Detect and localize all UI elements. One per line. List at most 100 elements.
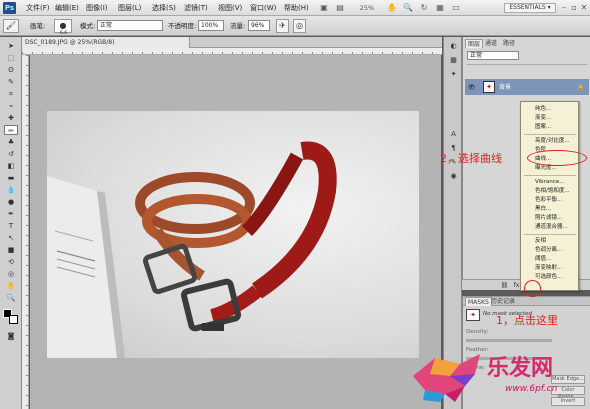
document-tab[interactable]: DSC_0189.JPG @ 25%(RGB/8)	[22, 37, 190, 48]
menu-item-gradient[interactable]: 渐变...	[535, 114, 551, 122]
color-panel-icon[interactable]: ◐	[447, 41, 460, 52]
clone-stamp-tool-icon[interactable]: ♣	[4, 137, 18, 147]
brush-tool-preset-icon[interactable]: 🖌	[3, 19, 19, 33]
hand-tool-icon[interactable]: ✋	[4, 281, 18, 291]
flow-input[interactable]: 96%	[248, 20, 270, 31]
shape-tool-icon[interactable]: ■	[4, 245, 18, 255]
menu-window[interactable]: 窗口(W)	[250, 2, 276, 14]
zoom-level[interactable]: 25%	[352, 2, 382, 14]
masks-tab-bar: MASKS 历史记录	[463, 297, 590, 306]
zoom-tool-icon[interactable]: 🔍	[4, 293, 18, 303]
density-label: Density:	[466, 329, 489, 335]
vertical-ruler[interactable]	[22, 55, 29, 409]
pen-tool-icon[interactable]: ✒	[4, 209, 18, 219]
menu-select[interactable]: 选择(S)	[152, 2, 176, 14]
pressure-icon[interactable]: ◎	[293, 19, 306, 33]
toolbox: ➤ ⬚ ʘ ✎ ⌗ ⌁ ✚ ✏ ♣ ↺ ◧ ▬ 💧 ● ✒ T ↖ ■ ⟲ ◎ …	[0, 37, 22, 409]
move-tool-icon[interactable]: ➤	[4, 41, 18, 51]
menu-item-hue-saturation[interactable]: 色相/饱和度...	[535, 187, 570, 195]
menu-item-brightness-contrast[interactable]: 亮度/对比度...	[535, 137, 570, 145]
background-color-swatch[interactable]	[9, 315, 18, 324]
opacity-label: 不透明度:	[168, 22, 197, 30]
gradient-tool-icon[interactable]: ▬	[4, 173, 18, 183]
3d-rotate-tool-icon[interactable]: ⟲	[4, 257, 18, 267]
flow-label: 流量:	[230, 22, 246, 30]
density-slider[interactable]	[466, 339, 552, 342]
history-brush-tool-icon[interactable]: ↺	[4, 149, 18, 159]
menu-item-pattern[interactable]: 图案...	[535, 123, 551, 131]
dodge-tool-icon[interactable]: ●	[4, 197, 18, 207]
tab-paths[interactable]: 路径	[501, 39, 517, 48]
arrange-icon[interactable]: ▦	[434, 2, 446, 14]
character-panel-icon[interactable]: A	[447, 129, 460, 140]
horizontal-ruler[interactable]	[22, 48, 442, 55]
link-layers-icon[interactable]: ⛓	[500, 281, 509, 290]
crop-tool-icon[interactable]: ⌗	[4, 89, 18, 99]
menu-item-selective-color[interactable]: 可选颜色...	[535, 273, 562, 281]
visibility-eye-icon[interactable]: 👁	[467, 83, 476, 92]
3d-camera-tool-icon[interactable]: ◎	[4, 269, 18, 279]
rotate-view-icon[interactable]: ↻	[418, 2, 430, 14]
quick-mask-icon[interactable]: ◙	[4, 331, 18, 341]
menu-separator	[524, 175, 576, 176]
tab-history[interactable]: 历史记录	[489, 297, 517, 306]
airbrush-icon[interactable]: ✈	[276, 19, 289, 33]
menu-item-threshold[interactable]: 阈值...	[535, 255, 551, 263]
menu-separator	[524, 234, 576, 235]
close-icon[interactable]: ✕	[580, 2, 588, 14]
eraser-tool-icon[interactable]: ◧	[4, 161, 18, 171]
adjustment-button-highlight-circle	[524, 280, 541, 297]
menu-item-gradient-map[interactable]: 渐变映射...	[535, 264, 562, 272]
menu-item-black-white[interactable]: 黑白...	[535, 205, 551, 213]
layer-name[interactable]: 背景	[499, 83, 511, 92]
menu-item-invert[interactable]: 反相	[535, 237, 546, 245]
mode-select[interactable]: 正常	[97, 20, 163, 31]
lock-icon: 🔒	[577, 84, 585, 91]
screen-mode-icon[interactable]: ▭	[450, 2, 462, 14]
adjustment-layer-menu: 纯色... 渐变... 图案... 亮度/对比度... 色阶... 曲线... …	[520, 101, 579, 291]
menu-item-solid-color[interactable]: 纯色...	[535, 105, 551, 113]
restore-icon[interactable]: ▫	[570, 2, 578, 14]
menu-item-vibrance[interactable]: Vibrance...	[535, 178, 564, 186]
marquee-tool-icon[interactable]: ⬚	[4, 53, 18, 63]
menu-item-color-balance[interactable]: 色彩平衡...	[535, 196, 562, 204]
menu-item-photo-filter[interactable]: 照片滤镜...	[535, 214, 562, 222]
mask-thumbnail: ✦	[466, 309, 480, 321]
step1-annotation: 1，点击这里	[496, 314, 558, 327]
hand-tool-icon[interactable]: ✋	[386, 2, 398, 14]
minimize-icon[interactable]: –	[560, 2, 568, 14]
belt-photo[interactable]	[47, 111, 419, 358]
styles-panel-icon[interactable]: ✦	[447, 69, 460, 80]
clone-source-panel-icon[interactable]: ◉	[447, 171, 460, 182]
menu-file[interactable]: 文件(F)	[26, 2, 50, 14]
quick-select-tool-icon[interactable]: ✎	[4, 77, 18, 87]
bull-logo-icon	[413, 354, 480, 402]
tab-channels[interactable]: 通道	[483, 39, 499, 48]
path-select-tool-icon[interactable]: ↖	[4, 233, 18, 243]
menu-edit[interactable]: 编辑(E)	[55, 2, 79, 14]
opacity-input[interactable]: 100%	[198, 20, 224, 31]
healing-tool-icon[interactable]: ✚	[4, 113, 18, 123]
tab-masks[interactable]: MASKS	[465, 297, 492, 306]
blend-mode-select[interactable]: 正常	[467, 51, 519, 60]
menu-item-channel-mixer[interactable]: 通道混合器...	[535, 223, 568, 231]
lasso-tool-icon[interactable]: ʘ	[4, 65, 18, 75]
eyedropper-tool-icon[interactable]: ⌁	[4, 101, 18, 111]
blur-tool-icon[interactable]: 💧	[4, 185, 18, 195]
zoom-tool-icon[interactable]: 🔍	[402, 2, 414, 14]
brush-tool-icon[interactable]: ✏	[4, 125, 18, 135]
menu-filter[interactable]: 滤镜(T)	[184, 2, 208, 14]
workspace-switcher[interactable]: ESSENTIALS ▾	[504, 3, 556, 13]
tab-layers[interactable]: 图层	[465, 39, 484, 48]
type-tool-icon[interactable]: T	[4, 221, 18, 231]
mini-bridge-icon[interactable]: ▤	[334, 2, 346, 14]
swatches-panel-icon[interactable]: ▦	[447, 55, 460, 66]
layer-thumbnail[interactable]: ✦	[483, 81, 495, 93]
watermark-url: www.6pf.cn	[505, 384, 558, 394]
menu-view[interactable]: 视图(V)	[218, 2, 242, 14]
bridge-icon[interactable]: ▣	[318, 2, 330, 14]
menu-layer[interactable]: 图层(L)	[118, 2, 141, 14]
menu-help[interactable]: 帮助(H)	[284, 2, 309, 14]
menu-image[interactable]: 图像(I)	[86, 2, 108, 14]
menu-item-posterize[interactable]: 色调分离...	[535, 246, 562, 254]
